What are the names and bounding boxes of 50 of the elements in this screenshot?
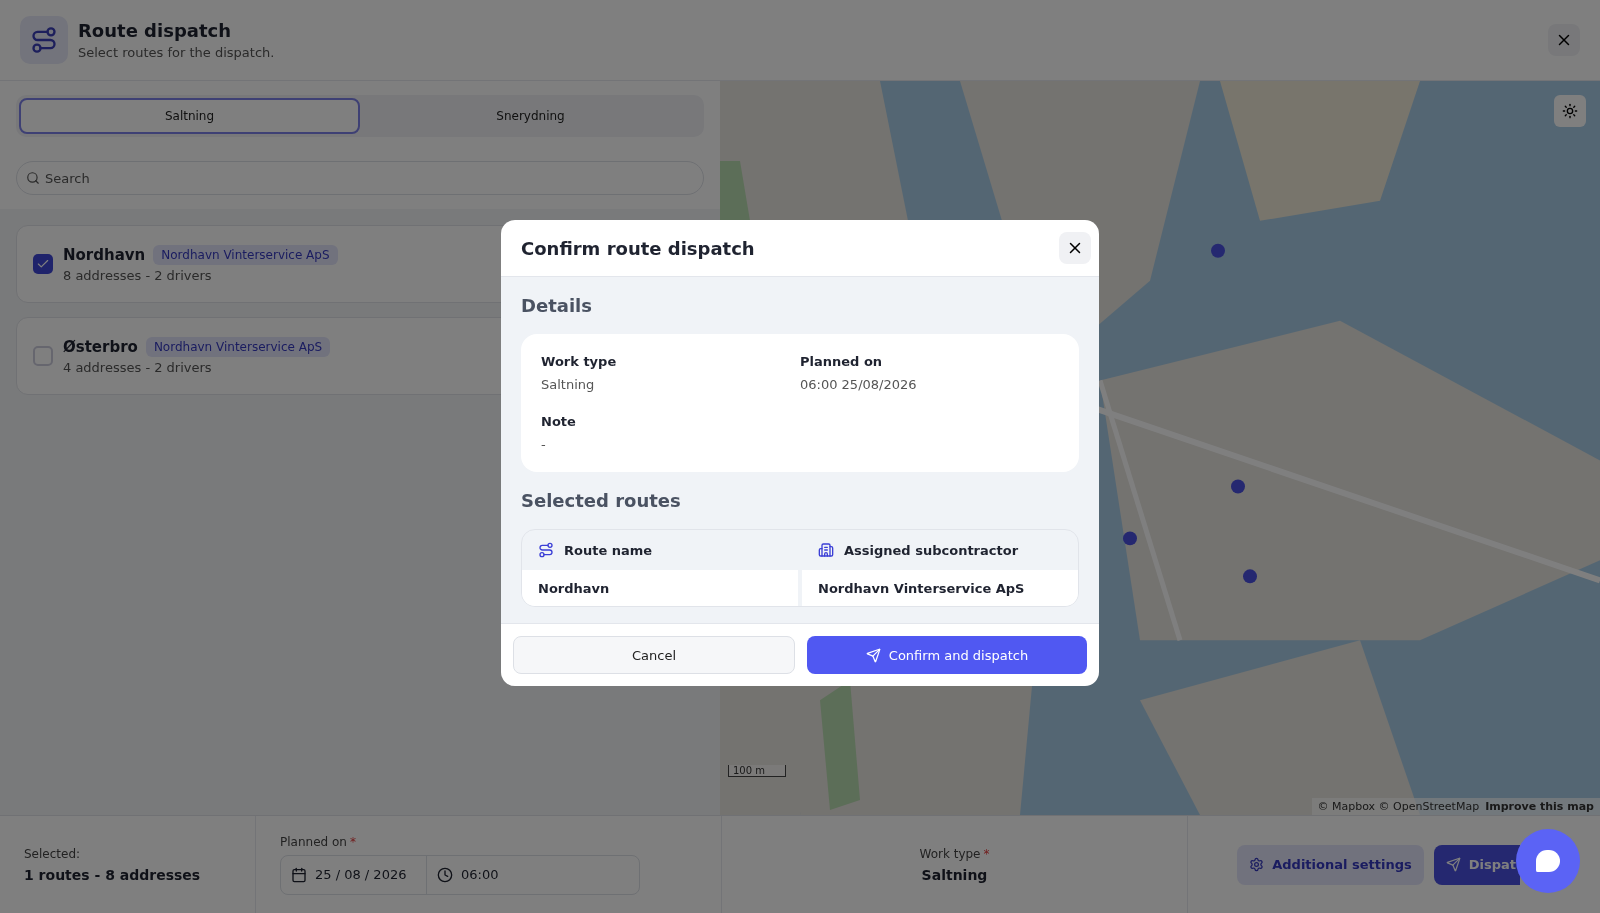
work-type-value: Saltning [921,866,988,883]
field-label: Planned on [800,354,884,369]
planned-label: Planned on * [280,834,356,849]
search-field[interactable]: Search [16,161,704,195]
subcontractor-tag: Nordhavn Vinterservice ApS [145,337,331,357]
close-button[interactable] [1059,232,1091,264]
page-subtitle: Select routes for the dispatch. [78,45,276,60]
send-icon [865,647,881,663]
section-heading: Selected routes [521,490,682,511]
map-attribution: © Mapbox © OpenStreetMap [1317,800,1480,813]
route-icon [538,542,554,558]
column-header: Route name [564,542,653,558]
table-cell: Nordhavn Vinterservice ApS [802,570,1078,606]
improve-map-link[interactable]: Improve this map [1485,800,1594,813]
field-value: Saltning [541,377,596,392]
additional-settings-button[interactable]: Additional settings [1237,844,1424,885]
confirm-button[interactable]: Confirm and dispatch [807,636,1087,674]
route-summary: 8 addresses - 2 drivers [63,268,213,283]
route-checkbox[interactable] [33,254,53,274]
building-icon [818,542,834,558]
clock-icon [437,866,453,883]
work-type-tab[interactable]: Snerydning [360,98,701,134]
route-name: Nordhavn [63,246,146,264]
search-icon [26,171,40,185]
field-value: - [541,437,547,452]
field-value: 06:00 25/08/2026 [800,377,918,392]
page-title: Route dispatch [78,20,232,41]
field-label: Note [541,414,577,429]
dispatch-button[interactable]: Dispat [1433,844,1520,885]
route-name: Østerbro [63,338,138,356]
selected-label: Selected: [24,846,81,861]
calendar-icon [291,866,307,883]
send-icon [1445,857,1461,872]
sun-icon [1562,103,1578,119]
column-header: Assigned subcontractor [844,542,1019,558]
settings-icon [1249,857,1265,872]
close-button[interactable] [1548,24,1580,56]
selected-value: 1 routes - 8 addresses [24,866,201,883]
brightness-button[interactable] [1554,95,1586,127]
route-checkbox[interactable] [33,346,53,366]
subcontractor-tag: Nordhavn Vinterservice ApS [153,245,338,265]
table-cell: Nordhavn [522,570,798,606]
date-time-field[interactable]: 25 / 08 / 2026 06:00 [280,854,640,895]
route-icon [20,16,68,64]
work-type-tab[interactable]: Saltning [19,98,360,134]
work-type-label: Work type * [919,846,990,861]
cancel-button[interactable]: Cancel [513,636,795,674]
route-summary: 4 addresses - 2 drivers [63,360,213,375]
field-label: Work type [541,354,618,369]
check-icon [36,257,50,271]
